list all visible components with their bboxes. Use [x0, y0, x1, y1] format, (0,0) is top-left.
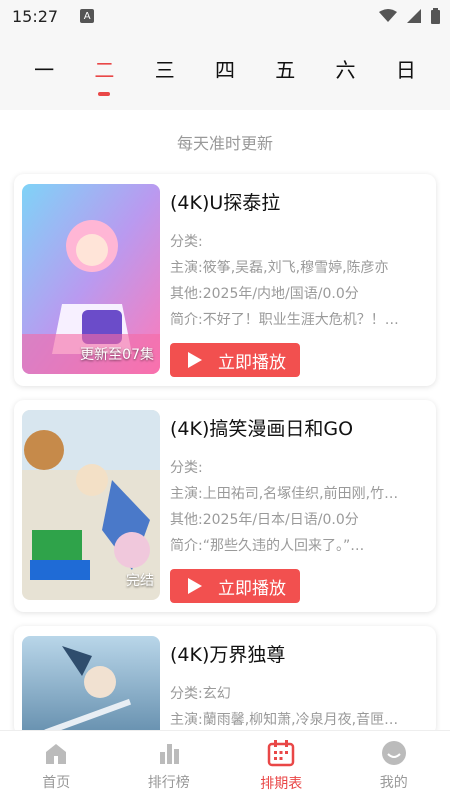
play-now-button[interactable]: 立即播放 [170, 569, 300, 603]
show-category: 分类:玄幻 [170, 686, 231, 702]
show-cast: 主演:筱筝,吴磊,刘飞,穆雪婷,陈彦亦 [170, 260, 389, 276]
tab-day-1[interactable]: 一 [22, 44, 66, 100]
show-category: 分类: [170, 234, 203, 250]
calendar-icon [268, 739, 295, 766]
episode-badge: 更新至07集 [80, 347, 154, 363]
play-label: 立即播放 [218, 352, 286, 373]
show-info: (4K)万界独尊 分类:玄幻 主演:蘭雨馨,柳知萧,冷泉月夜,音匣… [170, 640, 430, 733]
update-notice: 每天准时更新 [176, 134, 273, 153]
nav-profile-label: 我的 [379, 774, 408, 791]
bottom-navigation: 首页 排行榜 排期表 我的 [0, 730, 450, 800]
show-intro: 简介:不好了！职业生涯大危机？！… [170, 312, 399, 328]
nav-ranking-label: 排行榜 [147, 774, 190, 791]
nav-home-label: 首页 [42, 774, 71, 791]
play-icon [188, 352, 202, 368]
show-info: (4K)搞笑漫画日和GO 分类: 主演:上田祐司,名塚佳织,前田刚,竹… 其他:… [170, 414, 430, 603]
show-intro: 简介:“那些久违的人回来了。”… [170, 538, 365, 554]
nav-profile[interactable]: 我的 [338, 731, 450, 800]
tab-day-7[interactable]: 日 [384, 44, 428, 100]
home-icon [46, 743, 67, 764]
nav-home[interactable]: 首页 [0, 731, 113, 800]
profile-icon [381, 740, 406, 765]
show-other: 其他:2025年/内地/国语/0.0分 [170, 286, 359, 302]
show-other: 其他:2025年/日本/日语/0.0分 [170, 512, 359, 528]
poster-thumbnail[interactable] [22, 636, 160, 736]
show-cast: 主演:上田祐司,名塚佳织,前田刚,竹… [170, 486, 399, 502]
status-bar: 15:27 A [0, 0, 450, 32]
nav-schedule[interactable]: 排期表 [225, 731, 338, 800]
tab-day-5[interactable]: 五 [263, 44, 307, 100]
play-now-button[interactable]: 立即播放 [170, 343, 300, 377]
status-badge: 完结 [126, 573, 154, 589]
play-icon [188, 578, 202, 594]
nav-ranking[interactable]: 排行榜 [113, 731, 226, 800]
tab-day-4[interactable]: 四 [203, 44, 247, 100]
tab-day-6[interactable]: 六 [324, 44, 368, 100]
status-time: 15:27 [12, 6, 59, 26]
show-card[interactable]: 更新至07集 (4K)U探泰拉 分类: 主演:筱筝,吴磊,刘飞,穆雪婷,陈彦亦 … [14, 174, 436, 386]
show-category: 分类: [170, 460, 203, 476]
notification-a-icon: A [80, 9, 95, 23]
play-label: 立即播放 [218, 578, 286, 599]
nav-schedule-label: 排期表 [260, 775, 303, 792]
battery-icon [431, 8, 440, 24]
show-title[interactable]: (4K)U探泰拉 [170, 188, 430, 215]
weekday-tabs: 一 二 三 四 五 六 日 [0, 44, 450, 100]
tab-day-2[interactable]: 二 [82, 44, 126, 100]
poster-thumbnail[interactable]: 完结 [22, 410, 160, 600]
signal-icon [407, 9, 421, 23]
show-card[interactable]: (4K)万界独尊 分类:玄幻 主演:蘭雨馨,柳知萧,冷泉月夜,音匣… [14, 626, 436, 736]
poster-thumbnail[interactable]: 更新至07集 [22, 184, 160, 374]
show-title[interactable]: (4K)搞笑漫画日和GO [170, 414, 430, 441]
poster-image [22, 636, 160, 736]
tab-day-3[interactable]: 三 [143, 44, 187, 100]
show-info: (4K)U探泰拉 分类: 主演:筱筝,吴磊,刘飞,穆雪婷,陈彦亦 其他:2025… [170, 188, 430, 377]
status-icons [379, 8, 440, 24]
ranking-icon [159, 743, 179, 764]
show-card[interactable]: 完结 (4K)搞笑漫画日和GO 分类: 主演:上田祐司,名塚佳织,前田刚,竹… … [14, 400, 436, 612]
wifi-icon [379, 9, 397, 22]
show-title[interactable]: (4K)万界独尊 [170, 640, 430, 667]
